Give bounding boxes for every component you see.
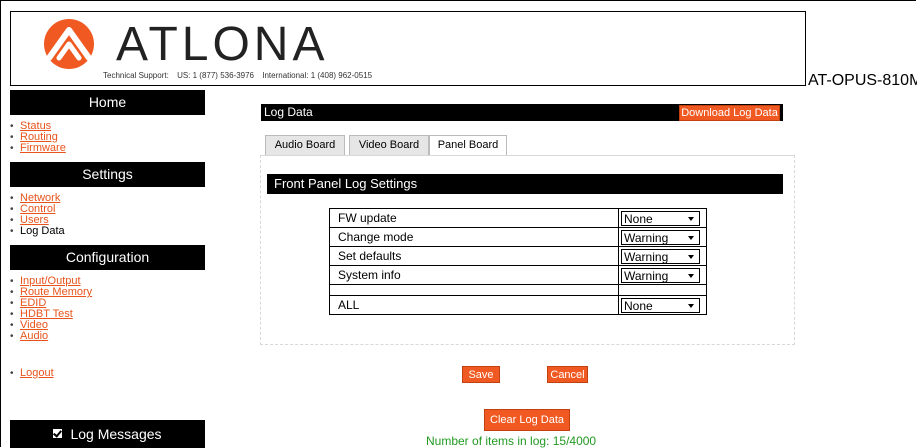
- tab-audio-board[interactable]: Audio Board: [265, 135, 345, 155]
- log-messages-checkbox[interactable]: [53, 429, 63, 438]
- table-row: ALL None: [329, 295, 707, 315]
- sidebar-head-home: Home: [10, 90, 205, 115]
- sidebar-head-configuration: Configuration: [10, 245, 205, 270]
- row-level-cell: None: [618, 295, 707, 315]
- cancel-button[interactable]: Cancel: [547, 366, 588, 383]
- support-us-phone: US: 1 (877) 536-3976: [177, 71, 254, 80]
- log-messages-toggle[interactable]: Log Messages: [10, 420, 205, 448]
- sidebar: Home Status Routing Firmware Settings Ne…: [10, 90, 205, 448]
- table-spacer-row: [329, 284, 707, 296]
- spacer-cell: [329, 284, 619, 296]
- header: ATLONA Technical Support: US: 1 (877) 53…: [10, 11, 917, 89]
- sidebar-item-audio: Audio: [10, 330, 205, 343]
- table-row: Change mode Warning: [329, 227, 707, 247]
- firmware-link[interactable]: Firmware: [20, 142, 66, 154]
- logo-banner: ATLONA Technical Support: US: 1 (877) 53…: [10, 11, 806, 86]
- log-items-count: Number of items in log: 15/4000: [426, 434, 597, 448]
- model-name: AT-OPUS-810M: [808, 72, 917, 89]
- table-row: Set defaults Warning: [329, 246, 707, 266]
- logout-list: Logout: [10, 350, 205, 387]
- level-select[interactable]: None: [621, 210, 700, 226]
- atlona-logo-icon: [44, 19, 94, 69]
- row-name: ALL: [329, 295, 619, 315]
- page-title: Log Data: [264, 105, 313, 119]
- sidebar-item-firmware: Firmware: [10, 142, 205, 155]
- sidebar-head-settings: Settings: [10, 162, 205, 187]
- configuration-nav-list: Input/Output Route Memory EDID HDBT Test…: [10, 270, 205, 350]
- spacer-cell: [618, 284, 707, 296]
- row-level-cell: Warning: [618, 246, 707, 266]
- svg-text:ATLONA: ATLONA: [116, 20, 328, 66]
- table-row: System info Warning: [329, 265, 707, 285]
- section-title: Front Panel Log Settings: [267, 174, 783, 194]
- log-messages-label: Log Messages: [70, 426, 162, 442]
- row-level-cell: Warning: [618, 265, 707, 285]
- row-level-cell: None: [618, 208, 707, 228]
- tab-panel-board[interactable]: Panel Board: [429, 135, 507, 156]
- level-select[interactable]: None: [621, 297, 700, 313]
- level-select[interactable]: Warning: [621, 248, 700, 264]
- level-select[interactable]: Warning: [621, 267, 700, 283]
- level-select[interactable]: Warning: [621, 229, 700, 245]
- sidebar-item-logout: Logout: [10, 367, 205, 380]
- atlona-wordmark: ATLONA: [116, 20, 328, 66]
- tab-video-board[interactable]: Video Board: [349, 135, 429, 155]
- sidebar-item-log-data: Log Data: [10, 226, 205, 238]
- log-settings-table: FW update None Change mode Warning Set d…: [329, 208, 707, 315]
- row-name: System info: [329, 265, 619, 285]
- settings-nav-list: Network Control Users Log Data: [10, 187, 205, 245]
- row-name: Change mode: [329, 227, 619, 247]
- logout-link[interactable]: Logout: [20, 367, 54, 379]
- clear-log-data-button[interactable]: Clear Log Data: [484, 409, 570, 431]
- home-nav-list: Status Routing Firmware: [10, 115, 205, 162]
- row-level-cell: Warning: [618, 227, 707, 247]
- support-intl-phone: International: 1 (408) 962-0515: [262, 71, 373, 80]
- table-row: FW update None: [329, 208, 707, 228]
- support-label: Technical Support:: [103, 71, 169, 80]
- row-name: Set defaults: [329, 246, 619, 266]
- support-line: Technical Support: US: 1 (877) 536-3976 …: [103, 71, 378, 80]
- save-button[interactable]: Save: [462, 366, 500, 383]
- row-name: FW update: [329, 208, 619, 228]
- audio-link[interactable]: Audio: [20, 330, 48, 342]
- download-log-data-button[interactable]: Download Log Data: [679, 105, 780, 121]
